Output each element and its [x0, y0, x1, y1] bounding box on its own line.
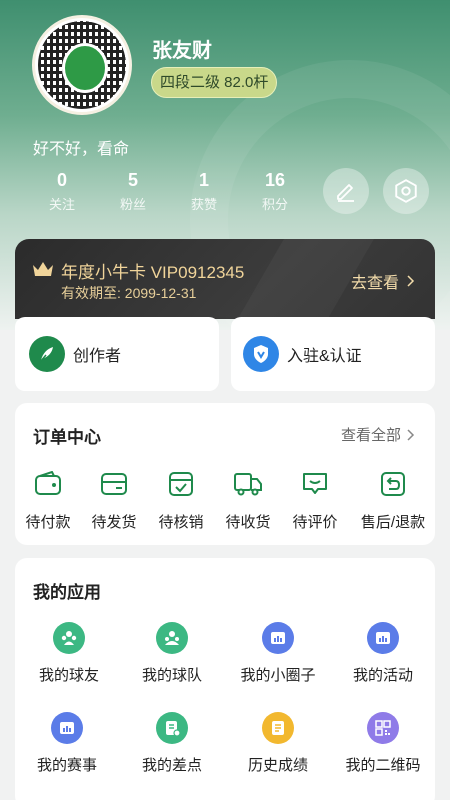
settings-button[interactable] [383, 168, 429, 214]
vip-view-link[interactable]: 去查看 [351, 269, 415, 293]
app-label: 我的球友 [38, 667, 99, 684]
creator-card[interactable]: 创作者 [15, 317, 219, 391]
qrcode-icon [367, 712, 399, 744]
level-badge[interactable]: 四段二级 82.0杆 [151, 67, 278, 98]
certification-card[interactable]: 入驻&认证 [231, 317, 435, 391]
stat-label: 获赞 [190, 197, 217, 212]
app-my-activities[interactable]: 我的活动 [333, 622, 433, 685]
app-label: 我的二维码 [345, 757, 421, 774]
order-item-label: 待付款 [25, 514, 71, 531]
app-label: 我的赛事 [36, 757, 97, 774]
chevron-right-icon [407, 428, 415, 441]
hexagon-settings-icon [395, 179, 417, 203]
stat-followers[interactable]: 5 粉丝 [103, 170, 163, 213]
comment-icon [303, 473, 327, 494]
edit-profile-button[interactable] [323, 168, 369, 214]
app-label: 我的活动 [352, 667, 413, 684]
app-my-qrcode[interactable]: 我的二维码 [333, 712, 433, 775]
my-apps-title: 我的应用 [33, 583, 101, 602]
app-score-history[interactable]: 历史成绩 [228, 712, 328, 775]
avatar[interactable] [32, 15, 132, 115]
stat-value: 0 [56, 170, 67, 190]
stat-value: 5 [127, 170, 138, 190]
stat-label: 积分 [261, 197, 288, 212]
app-my-handicap[interactable]: 我的差点 [122, 712, 222, 775]
order-pending-payment[interactable]: 待付款 [15, 467, 81, 532]
app-my-tournaments[interactable]: 我的赛事 [17, 712, 117, 775]
order-pending-receipt[interactable]: 待收货 [215, 467, 281, 532]
order-center: 订单中心 查看全部 待付款 待发货 待核销 待收货 待评价 售后/退款 [15, 403, 435, 545]
stat-points[interactable]: 16 积分 [245, 170, 305, 213]
order-pending-shipment[interactable]: 待发货 [81, 467, 147, 532]
order-item-label: 售后/退款 [360, 514, 426, 531]
verified-shield-icon [243, 336, 279, 372]
order-pending-verification[interactable]: 待核销 [148, 467, 214, 532]
username: 张友财 [152, 40, 212, 62]
app-my-circle[interactable]: 我的小圈子 [228, 622, 328, 685]
truck-icon [234, 473, 262, 496]
order-pending-review[interactable]: 待评价 [282, 467, 348, 532]
stat-following[interactable]: 0 关注 [32, 170, 92, 213]
history-icon [262, 712, 294, 744]
check-box-icon [169, 472, 193, 496]
vip-expire-date: 有效期至: 2099-12-31 [61, 285, 197, 301]
app-my-golf-friends[interactable]: 我的球友 [19, 622, 119, 685]
stat-value: 16 [264, 170, 286, 190]
order-item-label: 待核销 [158, 514, 204, 531]
stat-label: 粉丝 [119, 197, 146, 212]
circle-group-icon [262, 622, 294, 654]
tournament-icon [51, 712, 83, 744]
team-icon [156, 622, 188, 654]
chevron-right-icon [407, 275, 415, 287]
user-bio: 好不好，看命 [33, 141, 130, 158]
stat-value: 1 [198, 170, 209, 190]
certification-label: 入驻&认证 [287, 348, 362, 365]
wallet-icon [35, 471, 61, 495]
app-label: 历史成绩 [247, 757, 308, 774]
friends-icon [53, 622, 85, 654]
order-after-sales[interactable]: 售后/退款 [355, 467, 431, 532]
order-item-label: 待评价 [292, 514, 338, 531]
order-item-label: 待收货 [225, 514, 271, 531]
stat-label: 关注 [48, 197, 75, 212]
vip-view-label: 去查看 [350, 275, 399, 292]
order-see-all-link[interactable]: 查看全部 [341, 424, 415, 445]
order-item-label: 待发货 [91, 514, 137, 531]
handicap-icon [156, 712, 188, 744]
crown-icon [33, 262, 53, 276]
see-all-label: 查看全部 [340, 427, 401, 444]
activity-icon [367, 622, 399, 654]
stat-likes[interactable]: 1 获赞 [174, 170, 234, 213]
app-my-team[interactable]: 我的球队 [122, 622, 222, 685]
return-icon [381, 472, 405, 496]
order-center-title: 订单中心 [33, 428, 101, 447]
pencil-icon [337, 184, 354, 202]
feather-icon [29, 336, 65, 372]
vip-card[interactable]: 年度小牛卡 VIP0912345 有效期至: 2099-12-31 去查看 [15, 239, 435, 319]
creator-label: 创作者 [73, 348, 122, 365]
vip-card-title: 年度小牛卡 VIP0912345 [61, 263, 245, 282]
card-icon [101, 473, 127, 495]
app-label: 我的小圈子 [240, 667, 316, 684]
app-label: 我的差点 [141, 757, 202, 774]
my-apps: 我的应用 我的球友 我的球队 我的小圈子 我的活动 我的赛事 我的差点 历史成绩… [15, 558, 435, 800]
app-label: 我的球队 [141, 667, 202, 684]
